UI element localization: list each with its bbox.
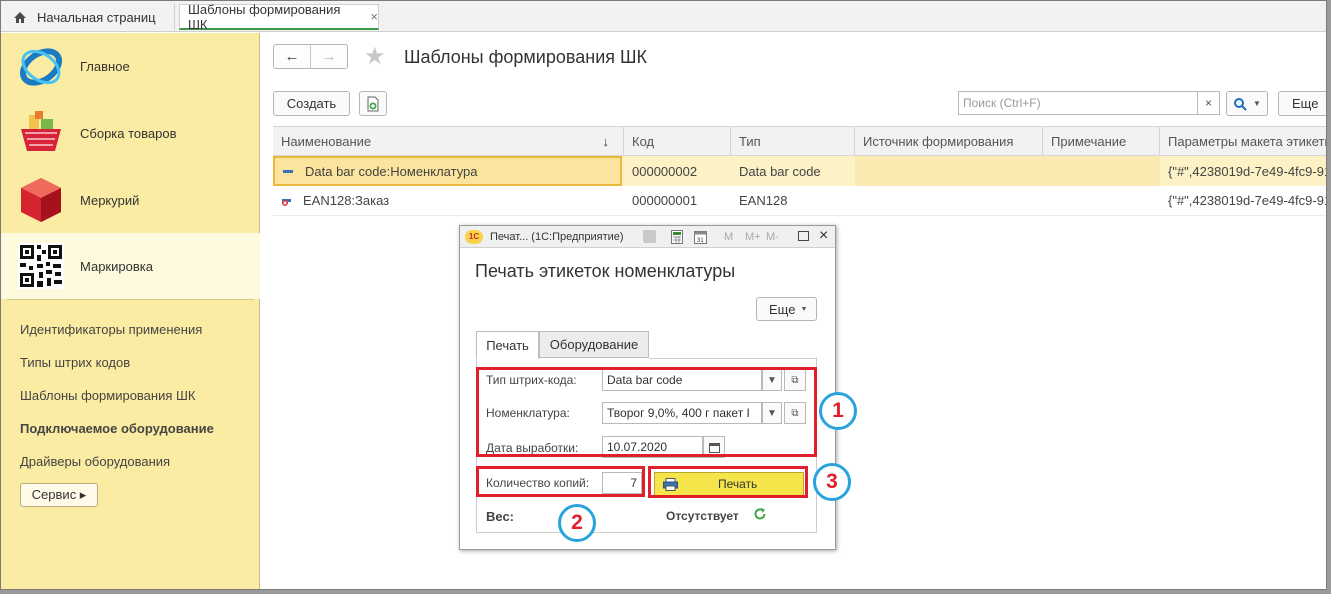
top-tab-bar: Начальная страниц Шаблоны формирования Ш… xyxy=(1,1,1326,32)
table-cell-name[interactable]: Data bar code:Номенклатура xyxy=(273,156,622,186)
sidebar-section-mercury[interactable]: Меркурий xyxy=(1,167,260,233)
page-title: Шаблоны формирования ШК xyxy=(404,47,647,67)
mercury-icon xyxy=(21,178,61,222)
tab-home-label: Начальная страниц xyxy=(37,9,156,25)
search-input[interactable]: Поиск (Ctrl+F) xyxy=(958,91,1198,115)
refresh-icon[interactable] xyxy=(753,507,767,521)
highlight-box-print xyxy=(648,466,808,498)
printer-toolbar-icon[interactable] xyxy=(643,230,656,243)
qr-code-icon xyxy=(18,243,64,289)
goods-assembly-icon xyxy=(21,111,61,151)
main-section-icon xyxy=(19,48,63,86)
close-icon[interactable]: × xyxy=(370,9,378,24)
more-button[interactable]: Еще xyxy=(1278,91,1326,116)
sidebar-section-label: Меркурий xyxy=(80,192,140,208)
calendar-icon[interactable]: 31 xyxy=(694,230,707,244)
tab-barcode-templates[interactable]: Шаблоны формирования ШК × xyxy=(179,1,379,32)
document-add-icon xyxy=(367,96,379,111)
template-item-icon xyxy=(283,169,293,173)
highlight-box-copies xyxy=(476,466,645,497)
app-1c-icon: 1С xyxy=(465,230,483,244)
search-clear-icon[interactable]: × xyxy=(1198,91,1220,115)
memory-minus-button[interactable]: M- xyxy=(766,231,779,243)
magnifier-icon xyxy=(1234,97,1247,111)
table-cell-source xyxy=(855,186,1043,215)
sidebar: Главное Сборка товаров Меркурий Маркиров… xyxy=(1,33,260,589)
sidebar-section-marking[interactable]: Маркировка xyxy=(1,233,260,299)
create-button[interactable]: Создать xyxy=(273,91,350,116)
table-cell-name[interactable]: EAN128:Заказ xyxy=(273,186,624,215)
forward-arrow-icon[interactable]: → xyxy=(310,45,347,68)
table-cell-note xyxy=(1043,156,1160,186)
create-copy-button[interactable] xyxy=(359,91,387,116)
table-cell-source xyxy=(855,156,1043,186)
weight-label: Вес: xyxy=(486,509,515,524)
column-header-code[interactable]: Код xyxy=(624,127,731,155)
dialog-more-button[interactable]: Еще ▼ xyxy=(756,297,817,321)
sidebar-section-assembly[interactable]: Сборка товаров xyxy=(1,100,260,166)
column-header-label: Наименование xyxy=(281,133,372,149)
tab-current-label: Шаблоны формирования ШК xyxy=(188,1,341,32)
dialog-more-label: Еще xyxy=(769,301,796,317)
table-cell-code: 000000002 xyxy=(632,163,698,179)
marked-deleted-icon xyxy=(282,198,291,206)
column-header-note[interactable]: Примечание xyxy=(1043,127,1160,155)
cell-text: EAN128:Заказ xyxy=(303,193,390,208)
sidebar-section-label: Главное xyxy=(80,58,130,74)
cell-text: Data bar code:Номенклатура xyxy=(305,163,478,179)
callout-1: 1 xyxy=(819,392,857,430)
column-header-source[interactable]: Источник формирования xyxy=(855,127,1043,155)
close-icon[interactable]: × xyxy=(819,227,828,245)
memory-m-button[interactable]: M xyxy=(724,231,733,243)
table-cell-code: 000000001 xyxy=(632,193,698,208)
sidebar-section-label: Маркировка xyxy=(80,258,153,274)
table-cell-type: EAN128 xyxy=(739,193,788,208)
sidebar-link-application-ids[interactable]: Идентификаторы применения xyxy=(20,322,202,337)
home-icon xyxy=(14,11,26,23)
navigation-buttons: ← → xyxy=(273,44,348,69)
table-cell-note xyxy=(1043,186,1160,215)
column-header-params[interactable]: Параметры макета этикетки xyxy=(1160,127,1326,155)
sidebar-link-barcode-templates[interactable]: Шаблоны формирования ШК xyxy=(20,388,196,403)
sort-arrow-icon: ↓ xyxy=(602,133,610,149)
weight-status: Отсутствует xyxy=(666,509,739,523)
sidebar-divider xyxy=(7,299,254,300)
service-button[interactable]: Сервис ▸ xyxy=(20,483,98,507)
dropdown-arrow-icon: ▼ xyxy=(800,305,808,313)
table-cell-type: Data bar code xyxy=(739,163,821,179)
sidebar-section-label: Сборка товаров xyxy=(80,125,177,141)
search-options-button[interactable]: ▼ xyxy=(1226,91,1268,116)
table-cell-params: {"#",4238019d-7e49-4fc9-91 xyxy=(1168,193,1327,208)
table-cell-params: {"#",4238019d-7e49-4fc9-91 xyxy=(1168,163,1327,179)
highlight-box-fields xyxy=(476,367,817,457)
sidebar-link-equipment-drivers[interactable]: Драйверы оборудования xyxy=(20,454,170,469)
table-row[interactable]: EAN128:Заказ 000000001 EAN128 {"#",42380… xyxy=(273,186,1327,216)
sidebar-link-connected-equipment[interactable]: Подключаемое оборудование xyxy=(20,421,214,436)
maximize-icon[interactable] xyxy=(798,231,809,241)
dropdown-arrow-icon: ▼ xyxy=(1253,99,1261,108)
column-header-type[interactable]: Тип xyxy=(731,127,855,155)
table-row[interactable]: Data bar code:Номенклатура 000000002 Dat… xyxy=(273,156,1327,186)
dialog-heading: Печать этикеток номенклатуры xyxy=(475,261,736,281)
dialog-title-bar: 1С Печат... (1С:Предприятие) 31 M M+ M- … xyxy=(460,226,835,248)
app-window: Начальная страниц Шаблоны формирования Ш… xyxy=(0,0,1327,590)
svg-text:31: 31 xyxy=(697,238,704,244)
print-labels-dialog: 1С Печат... (1С:Предприятие) 31 M M+ M- … xyxy=(459,225,836,550)
tab-equipment[interactable]: Оборудование xyxy=(539,331,649,358)
sidebar-link-barcode-types[interactable]: Типы штрих кодов xyxy=(20,355,130,370)
back-arrow-icon[interactable]: ← xyxy=(274,45,310,68)
tab-print[interactable]: Печать xyxy=(476,331,539,359)
calculator-icon[interactable] xyxy=(671,230,683,244)
favorite-star-icon[interactable]: ★ xyxy=(364,42,386,71)
callout-2: 2 xyxy=(558,504,596,542)
dialog-window-title: Печат... (1С:Предприятие) xyxy=(490,231,624,243)
column-header-name[interactable]: Наименование ↓ xyxy=(273,127,624,155)
sidebar-section-main[interactable]: Главное xyxy=(1,33,260,99)
tab-home[interactable]: Начальная страниц xyxy=(5,4,175,30)
table-header: Наименование ↓ Код Тип Источник формиров… xyxy=(273,126,1326,156)
memory-plus-button[interactable]: M+ xyxy=(745,231,761,243)
callout-3: 3 xyxy=(813,463,851,501)
